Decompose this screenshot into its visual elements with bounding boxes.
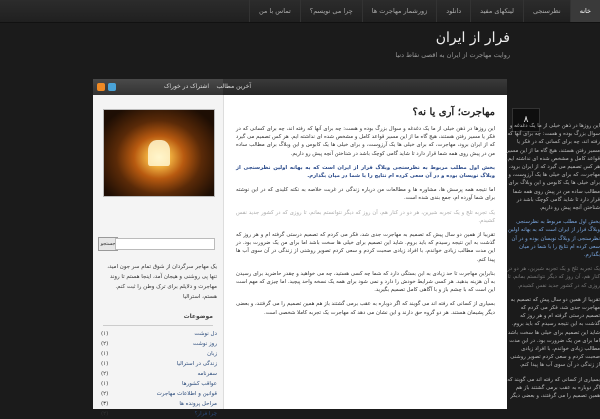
- rss-icon[interactable]: [97, 83, 105, 91]
- nav-item-contact[interactable]: تماس با من: [248, 0, 300, 22]
- author-description: یک مهاجر سرگردان از شوق تمام سر جون امید…: [107, 264, 217, 300]
- site-title[interactable]: فرار از ایران: [436, 30, 510, 46]
- post-title[interactable]: مهاجرت؛ آری یا نه؟: [413, 107, 495, 118]
- overflow-paragraph: تقریبا از همین دو سال پیش که تصمیم به مه…: [507, 296, 600, 369]
- overflow-paragraph: بخش اول مطلب مربوط به نظرسنجی وبلاگ فرار…: [507, 219, 600, 259]
- post-paragraph: تقریبا از همین دو سال پیش که تصمیم به مه…: [236, 232, 495, 263]
- content-header: آخرین مطالب: [216, 79, 507, 95]
- category-item[interactable]: چرا فرار؟ (۲): [101, 409, 217, 419]
- post-overflow-text: این روزها در ذهن خیلی از ما یک دغدغه و س…: [506, 122, 600, 400]
- nav-item-poll[interactable]: نظرسنجی: [522, 0, 570, 22]
- post-paragraph: اما نتیجه همه پرسش ها، مشاوره ها و مطالع…: [236, 187, 495, 202]
- post-paragraph[interactable]: بخش اول مطلب مربوط به نظرسنجی وبلاگ فرار…: [236, 164, 495, 180]
- sidebar-header: اشتراک در خوراک: [93, 79, 223, 95]
- category-item[interactable]: عواقب کشورها (۱): [101, 379, 217, 389]
- category-item[interactable]: دل نوشت (۱): [101, 329, 217, 339]
- tunnel-image: [103, 109, 215, 197]
- main-panel: اشتراک در خوراک آخرین مطالب جستجو یک مها…: [93, 79, 507, 417]
- latest-posts-label: آخرین مطالب: [216, 83, 251, 90]
- overflow-paragraph: یک تجربه تلخ و یک تجربه شیرین، هر دو در …: [507, 266, 600, 289]
- category-item[interactable]: مراحل پرونده ها (۳): [101, 399, 217, 409]
- nav-item-home[interactable]: خانه: [569, 0, 600, 22]
- category-item[interactable]: زندگی در استرالیا (۱): [101, 359, 217, 369]
- post-body: این روزها در ذهن خیلی از ما یک دغدغه و س…: [236, 125, 495, 323]
- nav-item-migration-counter[interactable]: زورشمار مهاجرت ها: [361, 0, 436, 22]
- nav-item-useful-links[interactable]: لینکهای مفید: [470, 0, 523, 22]
- overflow-paragraph: این روزها در ذهن خیلی از ما یک دغدغه و س…: [506, 123, 600, 212]
- search-input[interactable]: [115, 238, 215, 250]
- categories-heading: موضوعات: [183, 313, 213, 320]
- nav-item-why-i-write[interactable]: چرا می نویسم؟: [299, 0, 362, 22]
- overflow-paragraph: بسیاری از کسانی که رفته اند می گویند که …: [507, 376, 600, 400]
- post-paragraph: بنابراین مهاجرت تا حد زیادی به این بستگی…: [236, 270, 495, 294]
- feed-subscribe-label[interactable]: اشتراک در خوراک: [164, 79, 209, 95]
- top-navigation: خانه نظرسنجی لینکهای مفید دانلود زورشمار…: [0, 0, 600, 23]
- divider: [103, 325, 213, 326]
- category-item[interactable]: قوانین و اطلاعات مهاجرت (۲): [101, 389, 217, 399]
- twitter-icon[interactable]: [108, 83, 116, 91]
- nav-list: خانه نظرسنجی لینکهای مفید دانلود زورشمار…: [248, 0, 600, 22]
- category-item[interactable]: سفرنامه (۲): [101, 369, 217, 379]
- post-paragraph: یک تجربه تلخ و یک تجربه شیرین، هر دو در …: [236, 209, 495, 224]
- site-tagline: روایت مهاجرت از ایران به اقصی نقاط دنیا: [395, 51, 510, 59]
- category-item[interactable]: زبان (۱): [101, 349, 217, 359]
- post-content: مهاجرت؛ آری یا نه؟ این روزها در ذهن خیلی…: [224, 95, 507, 409]
- category-list: دل نوشت (۱) روز نوشت (۲) زبان (۱) زندگی در …: [101, 329, 217, 419]
- nav-item-download[interactable]: دانلود: [436, 0, 470, 22]
- post-paragraph: این روزها در ذهن خیلی از ما یک دغدغه و س…: [236, 126, 495, 157]
- sidebar: جستجو یک مهاجر سرگردان از شوق تمام سر جو…: [93, 95, 224, 417]
- category-item[interactable]: روز نوشت (۲): [101, 339, 217, 349]
- post-paragraph: بسیاری از کسانی که رفته اند می گویند که …: [236, 301, 495, 316]
